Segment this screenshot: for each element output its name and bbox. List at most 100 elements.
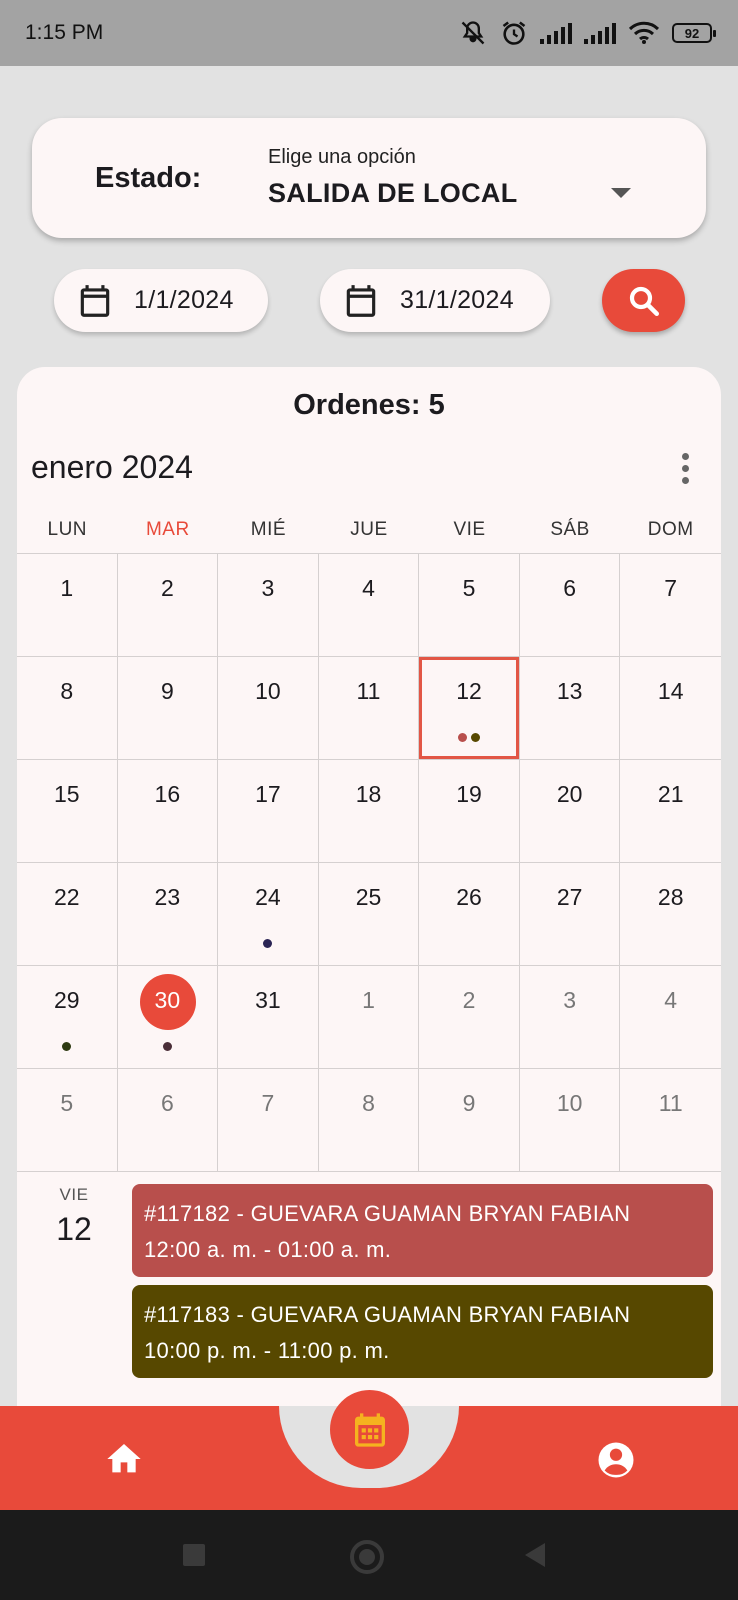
- calendar-day-number: 2: [160, 575, 174, 601]
- calendar-day-cell[interactable]: 10: [218, 657, 319, 760]
- status-bar: 1:15 PM 92: [0, 0, 738, 66]
- calendar-fab[interactable]: [330, 1390, 409, 1469]
- account-circle-icon: [598, 1442, 634, 1478]
- appointment-title: #117183 - GUEVARA GUAMAN BRYAN FABIAN: [144, 1302, 631, 1327]
- battery-icon: 92: [672, 23, 716, 43]
- calendar-day-number: 26: [456, 884, 482, 910]
- calendar-day-cell[interactable]: 12: [419, 657, 520, 760]
- calendar-day-cell[interactable]: 3: [519, 966, 621, 1069]
- calendar-day-number: 28: [657, 884, 684, 910]
- search-button[interactable]: [602, 269, 685, 332]
- calendar-day-number: 17: [255, 781, 281, 807]
- calendar-month-title[interactable]: enero 2024: [31, 449, 193, 486]
- event-dot: [162, 1042, 172, 1051]
- start-date-button[interactable]: 1/1/2024: [54, 269, 268, 332]
- search-icon: [629, 286, 659, 316]
- calendar-day-cell[interactable]: 4: [620, 966, 721, 1069]
- chevron-down-icon[interactable]: [611, 188, 631, 198]
- calendar-day-cell[interactable]: 11: [620, 1069, 721, 1172]
- estado-card: Estado: Elige una opción SALIDA DE LOCAL: [32, 118, 706, 238]
- home-icon: [107, 1444, 141, 1473]
- calendar-day-cell[interactable]: 9: [117, 657, 219, 760]
- calendar-day-cell[interactable]: 16: [117, 760, 219, 863]
- calendar-day-number: 30: [154, 987, 181, 1013]
- weekday-label: VIE: [453, 519, 486, 540]
- calendar-day-number: 10: [255, 678, 281, 704]
- calendar-day-cell[interactable]: 22: [17, 863, 118, 966]
- calendar-day-cell[interactable]: 4: [318, 554, 420, 657]
- appointment-card[interactable]: #117182 - GUEVARA GUAMAN BRYAN FABIAN 12…: [132, 1184, 713, 1277]
- calendar-day-cell[interactable]: 24: [218, 863, 319, 966]
- estado-dropdown-hint: Elige una opción: [268, 146, 416, 168]
- calendar-day-number: 4: [664, 987, 678, 1013]
- calendar-day-cell[interactable]: 10: [519, 1069, 621, 1172]
- end-date-button[interactable]: 31/1/2024: [320, 269, 550, 332]
- calendar-day-cell[interactable]: 1: [17, 554, 118, 657]
- calendar-day-cell[interactable]: 13: [519, 657, 621, 760]
- calendar-grid-icon: [354, 1412, 385, 1447]
- recents-button[interactable]: [183, 1544, 205, 1566]
- calendar-day-cell[interactable]: 31: [218, 966, 319, 1069]
- calendar-day-number: 2: [462, 987, 476, 1013]
- more-vert-icon[interactable]: [678, 453, 692, 489]
- calendar-day-number: 3: [563, 987, 577, 1013]
- calendar-day-cell[interactable]: 1: [318, 966, 420, 1069]
- calendar-day-cell[interactable]: 20: [519, 760, 621, 863]
- calendar-day-number: 7: [664, 575, 678, 601]
- appointment-time: 12:00 a. m. - 01:00 a. m.: [144, 1237, 392, 1262]
- appointment-card[interactable]: #117183 - GUEVARA GUAMAN BRYAN FABIAN 10…: [132, 1285, 713, 1378]
- calendar-day-cell[interactable]: 9: [419, 1069, 520, 1172]
- calendar-day-cell[interactable]: 23: [117, 863, 219, 966]
- calendar-day-cell[interactable]: 17: [218, 760, 319, 863]
- calendar-day-number: 31: [255, 987, 281, 1013]
- calendar-day-cell[interactable]: 30: [117, 966, 219, 1069]
- status-time: 1:15 PM: [25, 21, 104, 44]
- calendar-day-number: 19: [456, 781, 482, 807]
- home-nav-button[interactable]: [103, 1439, 145, 1484]
- weekday-header: LUN MAR MIÉ JUE VIE SÁB DOM: [17, 519, 721, 549]
- calendar-day-cell[interactable]: 8: [17, 657, 118, 760]
- calendar-day-cell[interactable]: 7: [620, 554, 721, 657]
- signal-icon: [584, 23, 616, 44]
- calendar-day-number: 18: [355, 781, 382, 807]
- calendar-day-cell[interactable]: 27: [519, 863, 621, 966]
- home-system-button[interactable]: [350, 1540, 384, 1574]
- calendar-day-cell[interactable]: 8: [318, 1069, 420, 1172]
- calendar-day-cell[interactable]: 15: [17, 760, 118, 863]
- calendar-day-cell[interactable]: 6: [117, 1069, 219, 1172]
- calendar-day-cell[interactable]: 26: [419, 863, 520, 966]
- status-icons: 92: [458, 19, 716, 47]
- weekday-label: JUE: [350, 519, 388, 540]
- wifi-icon: [628, 21, 660, 44]
- estado-dropdown-value[interactable]: SALIDA DE LOCAL: [268, 178, 518, 209]
- calendar-day-cell[interactable]: 18: [318, 760, 420, 863]
- calendar-day-cell[interactable]: 29: [17, 966, 118, 1069]
- calendar-day-cell[interactable]: 2: [419, 966, 520, 1069]
- appointment-time: 10:00 p. m. - 11:00 p. m.: [144, 1338, 390, 1363]
- calendar-day-cell[interactable]: 25: [318, 863, 420, 966]
- calendar-day-cell[interactable]: 3: [218, 554, 319, 657]
- calendar-day-cell[interactable]: 2: [117, 554, 219, 657]
- profile-nav-button[interactable]: [595, 1439, 637, 1486]
- calendar-day-number: 4: [362, 575, 375, 601]
- calendar-day-cell[interactable]: 7: [218, 1069, 319, 1172]
- calendar-day-cell[interactable]: 6: [519, 554, 621, 657]
- signal-icon: [540, 23, 572, 44]
- calendar-day-number: 11: [356, 678, 381, 704]
- calendar-icon: [80, 284, 110, 317]
- calendar-day-cell[interactable]: 28: [620, 863, 721, 966]
- calendar-day-cell[interactable]: 19: [419, 760, 520, 863]
- calendar-day-cell[interactable]: 5: [419, 554, 520, 657]
- back-button[interactable]: [525, 1543, 545, 1567]
- calendar-grid: 1 2 3 4 5 6 7 8 9 10 11 12 13 14 15 16 17 18 19 20 21 22 23 24 2…: [17, 553, 721, 1172]
- calendar-day-number: 25: [355, 884, 382, 910]
- calendar-day-cell[interactable]: 14: [620, 657, 721, 760]
- calendar-day-number: 27: [556, 884, 583, 910]
- event-dots: [218, 939, 318, 948]
- calendar-day-number: 20: [556, 781, 583, 807]
- calendar-day-cell[interactable]: 21: [620, 760, 721, 863]
- calendar-day-cell[interactable]: 11: [318, 657, 420, 760]
- calendar-day-cell[interactable]: 5: [17, 1069, 118, 1172]
- calendar-day-number: 1: [60, 575, 74, 601]
- estado-label: Estado:: [95, 162, 202, 194]
